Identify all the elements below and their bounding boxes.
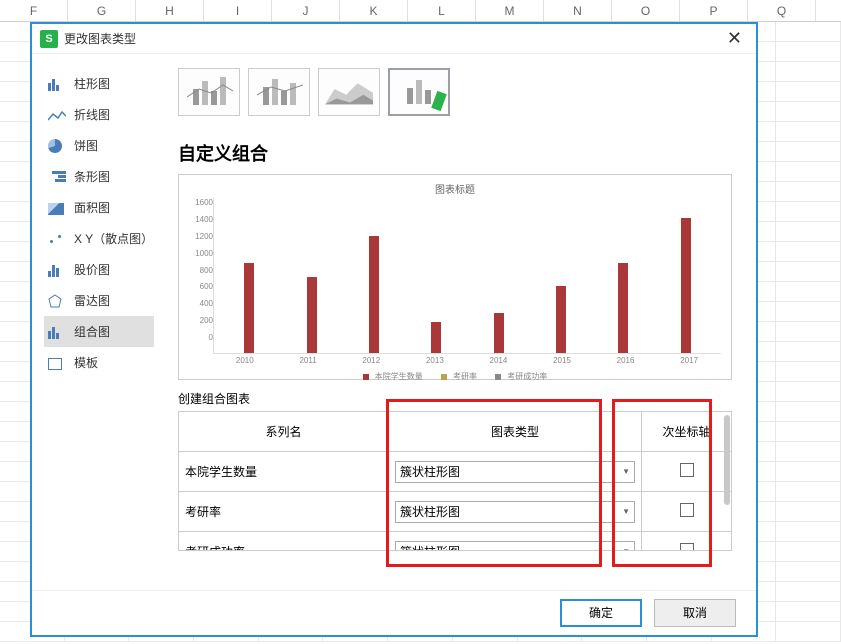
chevron-down-icon: ▼ <box>622 467 630 476</box>
combo-subtype-row <box>178 68 732 116</box>
sidebar-item-label: 饼图 <box>74 137 98 154</box>
chart-title: 图表标题 <box>189 181 721 196</box>
series-name-cell: 考研率 <box>179 492 389 532</box>
header-chart-type: 图表类型 <box>389 412 642 452</box>
template-icon <box>48 356 66 370</box>
col-header[interactable]: O <box>612 0 680 21</box>
combo-subtype-custom[interactable] <box>388 68 450 116</box>
combo-subtype-1[interactable] <box>178 68 240 116</box>
col-header[interactable]: J <box>272 0 340 21</box>
chart-legend: 本院学生数量 考研率 考研成功率 <box>189 371 721 382</box>
sidebar-item-label: 折线图 <box>74 106 110 123</box>
table-row: 考研成功率 簇状柱形图▼ <box>179 532 732 552</box>
sidebar-item-stock[interactable]: 股价图 <box>44 254 162 285</box>
series-config-table: 系列名 图表类型 次坐标轴 本院学生数量 簇状柱形图▼ 考研率 簇状柱形图▼ <box>178 411 732 551</box>
pencil-icon <box>431 91 447 111</box>
chart-type-select[interactable]: 簇状柱形图▼ <box>395 501 635 523</box>
combo-subtype-3[interactable] <box>318 68 380 116</box>
table-row: 本院学生数量 簇状柱形图▼ <box>179 452 732 492</box>
chart-type-sidebar: 柱形图 折线图 饼图 条形图 面积图 X Y（散点图） 股价图 雷达图 组合图 … <box>32 54 162 590</box>
sidebar-item-template[interactable]: 模板 <box>44 347 162 378</box>
col-header[interactable]: L <box>408 0 476 21</box>
section-title: 自定义组合 <box>178 140 732 166</box>
col-header[interactable]: M <box>476 0 544 21</box>
sidebar-item-label: 面积图 <box>74 199 110 216</box>
cancel-button[interactable]: 取消 <box>654 599 736 627</box>
col-header[interactable]: F <box>0 0 68 21</box>
chevron-down-icon: ▼ <box>622 507 630 516</box>
sidebar-item-label: 模板 <box>74 354 98 371</box>
chart-preview: 图表标题 16001400120010008006004002000 20102… <box>178 174 732 380</box>
column-headers: F G H I J K L M N O P Q <box>0 0 841 22</box>
sidebar-item-area[interactable]: 面积图 <box>44 192 162 223</box>
chart-type-select[interactable]: 簇状柱形图▼ <box>395 461 635 483</box>
y-axis: 16001400120010008006004002000 <box>189 198 213 354</box>
col-header[interactable]: N <box>544 0 612 21</box>
plot-area <box>213 198 721 354</box>
sidebar-item-line[interactable]: 折线图 <box>44 99 162 130</box>
chevron-down-icon: ▼ <box>622 547 630 551</box>
title-bar: 更改图表类型 ✕ <box>32 24 756 54</box>
ok-button[interactable]: 确定 <box>560 599 642 627</box>
col-header[interactable]: I <box>204 0 272 21</box>
x-axis: 20102011201220132014201520162017 <box>213 356 721 365</box>
app-icon <box>40 30 58 48</box>
header-series: 系列名 <box>179 412 389 452</box>
radar-chart-icon <box>48 294 66 308</box>
stock-chart-icon <box>48 263 66 277</box>
scrollbar[interactable] <box>724 415 730 505</box>
sidebar-item-scatter[interactable]: X Y（散点图） <box>44 223 162 254</box>
col-header[interactable]: Q <box>748 0 816 21</box>
sidebar-item-label: X Y（散点图） <box>74 230 153 247</box>
col-header[interactable]: H <box>136 0 204 21</box>
table-row: 考研率 簇状柱形图▼ <box>179 492 732 532</box>
bar-chart-icon <box>48 170 66 184</box>
column-chart-icon <box>48 77 66 91</box>
scatter-chart-icon <box>48 232 66 246</box>
col-header[interactable]: K <box>340 0 408 21</box>
sidebar-item-label: 组合图 <box>74 323 110 340</box>
col-header[interactable]: G <box>68 0 136 21</box>
pie-chart-icon <box>48 139 66 153</box>
main-panel: 自定义组合 图表标题 16001400120010008006004002000… <box>162 54 756 590</box>
sidebar-item-label: 条形图 <box>74 168 110 185</box>
area-chart-icon <box>48 201 66 215</box>
sidebar-item-radar[interactable]: 雷达图 <box>44 285 162 316</box>
change-chart-type-dialog: 更改图表类型 ✕ 柱形图 折线图 饼图 条形图 面积图 X Y（散点图） 股价图… <box>30 22 758 637</box>
chart-type-select[interactable]: 簇状柱形图▼ <box>395 541 635 552</box>
combo-chart-icon <box>48 325 66 339</box>
combo-subtype-2[interactable] <box>248 68 310 116</box>
sidebar-item-label: 柱形图 <box>74 75 110 92</box>
sidebar-item-column[interactable]: 柱形图 <box>44 68 162 99</box>
sidebar-item-pie[interactable]: 饼图 <box>44 130 162 161</box>
sidebar-item-combo[interactable]: 组合图 <box>44 316 154 347</box>
sidebar-item-bar[interactable]: 条形图 <box>44 161 162 192</box>
combo-table-label: 创建组合图表 <box>178 390 732 407</box>
secondary-axis-checkbox[interactable] <box>680 463 694 477</box>
header-secondary-axis: 次坐标轴 <box>642 412 732 452</box>
line-chart-icon <box>48 108 66 122</box>
series-name-cell: 考研成功率 <box>179 532 389 552</box>
secondary-axis-checkbox[interactable] <box>680 503 694 517</box>
secondary-axis-checkbox[interactable] <box>680 543 694 551</box>
dialog-title: 更改图表类型 <box>64 30 136 47</box>
close-icon[interactable]: ✕ <box>721 28 748 49</box>
sidebar-item-label: 股价图 <box>74 261 110 278</box>
series-name-cell: 本院学生数量 <box>179 452 389 492</box>
sidebar-item-label: 雷达图 <box>74 292 110 309</box>
col-header[interactable]: P <box>680 0 748 21</box>
dialog-footer: 确定 取消 <box>32 590 756 634</box>
